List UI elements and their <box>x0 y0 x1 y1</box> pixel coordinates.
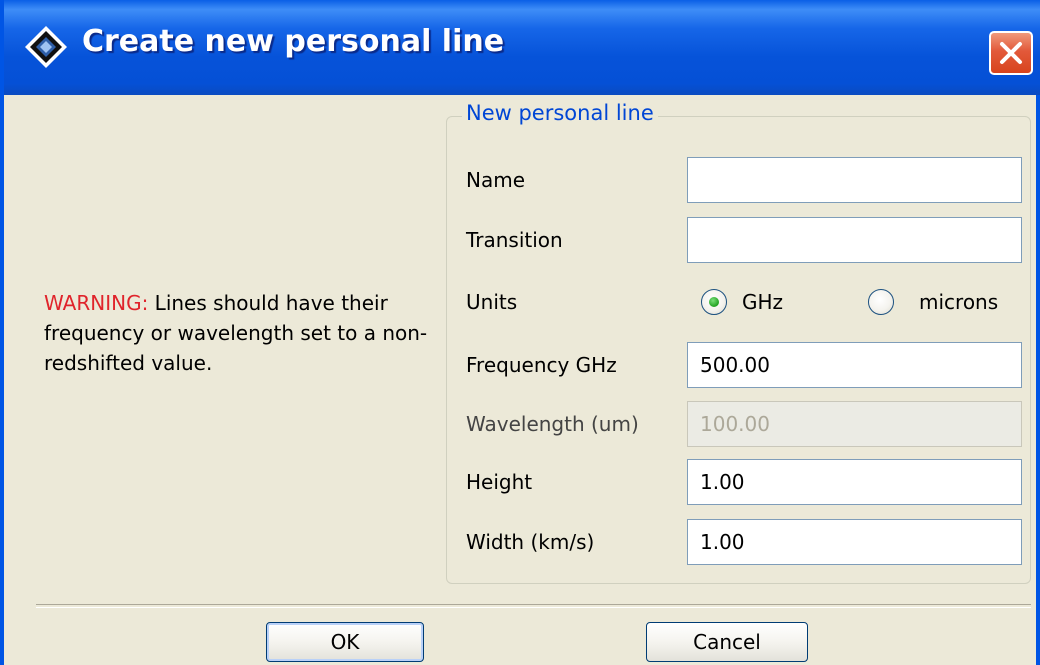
frequency-label: Frequency GHz <box>466 353 617 377</box>
transition-label: Transition <box>466 228 563 252</box>
close-button[interactable] <box>989 31 1033 75</box>
button-separator <box>36 604 1031 608</box>
height-field[interactable]: 1.00 <box>687 459 1022 505</box>
units-label: Units <box>466 290 518 314</box>
ok-button[interactable]: OK <box>266 622 424 662</box>
width-label: Width (km/s) <box>466 530 595 554</box>
transition-field[interactable] <box>687 217 1022 263</box>
name-label: Name <box>466 168 526 192</box>
window-title: Create new personal line <box>82 24 505 59</box>
group-title: New personal line <box>462 101 658 125</box>
frequency-field[interactable]: 500.00 <box>687 342 1022 388</box>
microns-radio[interactable] <box>868 289 894 315</box>
radio-selected-dot <box>709 297 719 307</box>
name-field[interactable] <box>687 157 1022 203</box>
close-icon <box>1000 42 1022 64</box>
dialog-window: Create new personal line WARNING: Lines … <box>0 0 1040 665</box>
microns-radio-label[interactable]: microns <box>919 290 998 314</box>
wavelength-label: Wavelength (um) <box>466 412 639 436</box>
app-diamond-icon <box>25 26 67 68</box>
warning-label: WARNING: <box>44 291 149 315</box>
wavelength-field: 100.00 <box>687 401 1022 447</box>
ghz-radio[interactable] <box>701 289 727 315</box>
height-label: Height <box>466 470 533 494</box>
cancel-button[interactable]: Cancel <box>646 622 808 662</box>
warning-message: WARNING: Lines should have their frequen… <box>44 288 434 378</box>
ghz-radio-label[interactable]: GHz <box>742 290 783 314</box>
width-field[interactable]: 1.00 <box>687 519 1022 565</box>
title-bar[interactable]: Create new personal line <box>4 0 1040 95</box>
